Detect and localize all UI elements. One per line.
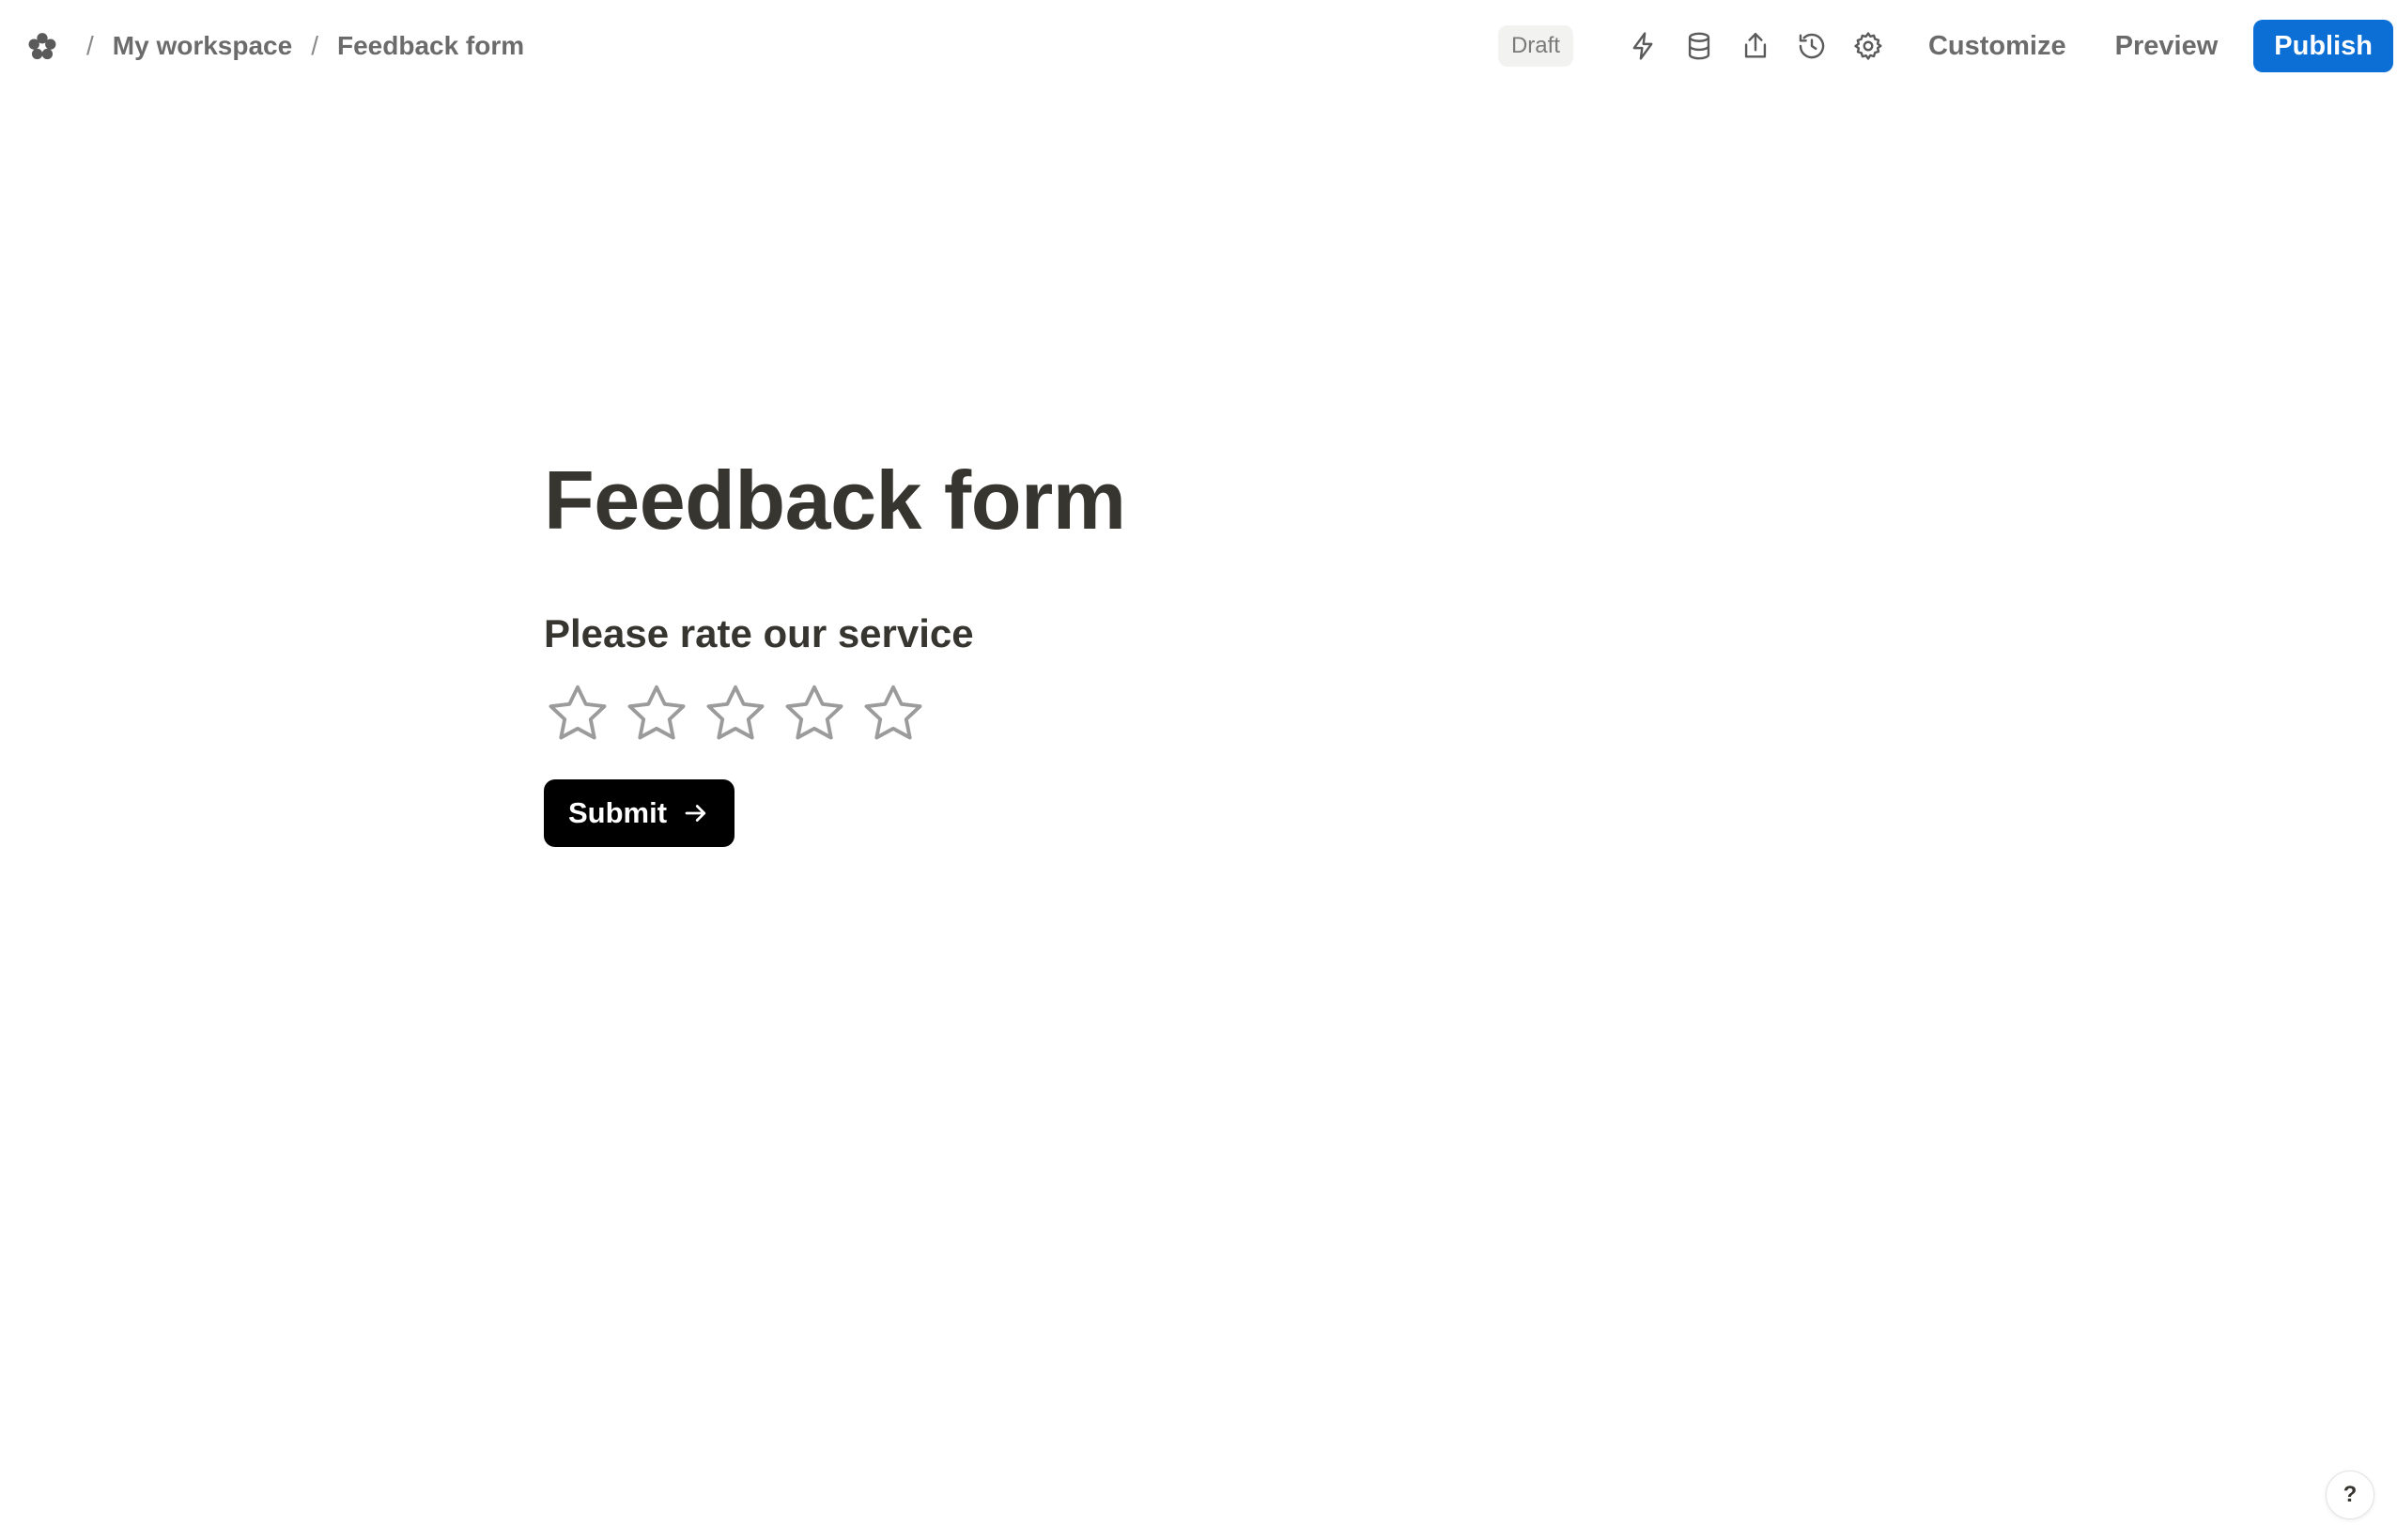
form-title[interactable]: Feedback form <box>544 451 1671 550</box>
database-icon[interactable] <box>1678 25 1720 67</box>
star-4-icon[interactable] <box>781 680 848 747</box>
breadcrumb-form[interactable]: Feedback form <box>333 27 528 65</box>
star-5-icon[interactable] <box>859 680 927 747</box>
breadcrumb-separator: / <box>86 31 94 60</box>
top-bar: / My workspace / Feedback form Draft Cus… <box>0 0 2397 92</box>
question-label: Please rate our service <box>544 610 974 655</box>
breadcrumb-workspace[interactable]: My workspace <box>109 27 296 65</box>
lightning-icon[interactable] <box>1622 25 1663 67</box>
form-container: Feedback form Please rate our service Su… <box>544 451 1671 847</box>
settings-icon[interactable] <box>1848 25 1889 67</box>
status-badge: Draft <box>1497 25 1573 67</box>
publish-button[interactable]: Publish <box>2253 20 2393 72</box>
help-button[interactable]: ? <box>2326 1471 2374 1519</box>
star-2-icon[interactable] <box>623 680 690 747</box>
star-3-icon[interactable] <box>702 680 769 747</box>
star-rating <box>544 680 1671 747</box>
share-icon[interactable] <box>1735 25 1776 67</box>
preview-button[interactable]: Preview <box>2098 22 2235 71</box>
submit-label: Submit <box>568 795 668 829</box>
customize-button[interactable]: Customize <box>1911 22 2083 71</box>
star-1-icon[interactable] <box>544 680 611 747</box>
submit-button[interactable]: Submit <box>544 778 735 847</box>
breadcrumb-separator: / <box>311 31 318 60</box>
toolbar: Draft Customize Preview Publish <box>1497 0 2397 92</box>
history-icon[interactable] <box>1791 25 1833 67</box>
app-logo-icon[interactable] <box>24 29 60 65</box>
breadcrumb: / My workspace / Feedback form <box>71 0 528 92</box>
arrow-right-icon <box>682 799 710 827</box>
